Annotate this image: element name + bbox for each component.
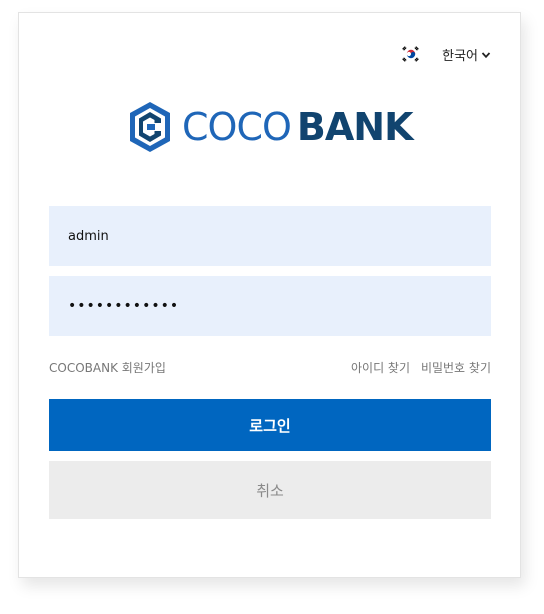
find-password-link[interactable]: 비밀번호 찾기 (421, 358, 491, 378)
find-id-link[interactable]: 아이디 찾기 (351, 358, 410, 378)
login-button[interactable]: 로그인 (49, 399, 491, 451)
brand-name: COCO BANK (182, 101, 414, 153)
username-input[interactable] (49, 206, 491, 266)
login-card: 한국어 COCOBANK COCOBANK 회원가입 아이디 찾기 비밀번호 찾… (18, 12, 521, 578)
account-links: COCOBANK 회원가입 아이디 찾기 비밀번호 찾기 (49, 358, 491, 378)
signup-link[interactable]: COCOBANK 회원가입 (49, 358, 166, 378)
language-selector[interactable]: 한국어 (400, 43, 491, 65)
cocobank-logo: COCO BANK (128, 101, 414, 153)
chevron-down-icon (481, 51, 491, 58)
cancel-button[interactable]: 취소 (49, 461, 491, 519)
south-korea-flag-icon (400, 43, 422, 65)
language-label: 한국어 (442, 48, 478, 64)
brand-name-bank: BANK (296, 105, 414, 149)
cocobank-logo-icon (130, 102, 170, 152)
brand-name-coco: COCO (182, 105, 292, 149)
password-input[interactable] (49, 276, 491, 336)
